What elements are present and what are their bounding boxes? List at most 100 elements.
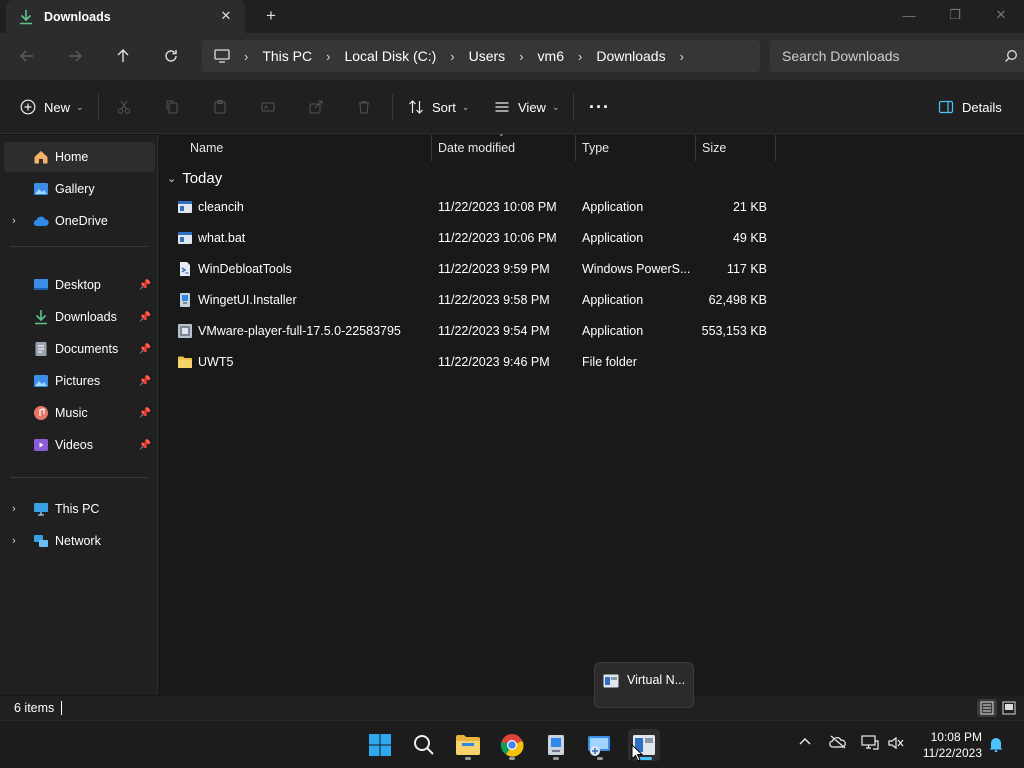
sidebar-item-onedrive[interactable]: › OneDrive (4, 206, 155, 236)
pin-icon[interactable]: 📌 (139, 312, 151, 323)
column-header-type[interactable]: Type (582, 135, 609, 161)
column-divider[interactable] (695, 135, 696, 161)
chevron-right-icon[interactable]: › (450, 49, 454, 64)
chevron-right-icon[interactable]: › (578, 49, 582, 64)
running-indicator (553, 757, 559, 760)
restore-button[interactable]: ❐ (932, 0, 978, 30)
remote-app-taskbar-button[interactable] (584, 729, 616, 761)
minimize-button[interactable]: — (886, 0, 932, 30)
large-icons-view-button[interactable] (999, 699, 1019, 717)
group-label: Today (182, 170, 223, 187)
file-size: 553,153 KB (701, 324, 767, 338)
sidebar-item-network[interactable]: › Network (4, 526, 155, 556)
up-button[interactable] (108, 43, 138, 69)
details-view-button[interactable] (977, 699, 997, 717)
chevron-up-icon[interactable] (798, 735, 812, 752)
start-button[interactable] (364, 729, 396, 761)
paste-button[interactable] (212, 95, 228, 119)
group-header-today[interactable]: ⌄ Today (167, 170, 222, 187)
table-row[interactable]: what.bat 11/22/2023 10:06 PM Application… (171, 223, 775, 254)
folder-icon (178, 356, 192, 368)
back-button[interactable] (12, 43, 42, 69)
chevron-right-icon[interactable]: › (680, 49, 684, 64)
column-header-date-modified[interactable]: Date modified ⌄ (438, 129, 515, 161)
breadcrumb-vm6[interactable]: vm6 (538, 48, 564, 64)
pin-icon[interactable]: 📌 (139, 440, 151, 451)
sidebar-item-label: Downloads (55, 310, 117, 324)
chevron-right-icon[interactable]: › (12, 215, 16, 227)
pin-icon[interactable]: 📌 (139, 280, 151, 291)
search-box[interactable]: Search Downloads (770, 40, 1024, 72)
column-divider[interactable] (431, 135, 432, 161)
file-explorer-taskbar-button[interactable] (452, 729, 484, 761)
chrome-taskbar-button[interactable] (496, 729, 528, 761)
new-button[interactable]: New ⌄ (20, 95, 84, 119)
taskbar-preview-tooltip[interactable]: Virtual N... (594, 662, 694, 708)
sidebar-item-label: Videos (55, 438, 93, 452)
chevron-right-icon[interactable]: › (12, 503, 16, 515)
forward-button[interactable] (60, 43, 90, 69)
rename-button[interactable] (260, 95, 276, 119)
chevron-right-icon[interactable]: › (244, 49, 248, 64)
rename-icon (261, 102, 275, 112)
breadcrumb-users[interactable]: Users (469, 48, 506, 64)
table-row[interactable]: cleancih 11/22/2023 10:08 PM Application… (171, 192, 775, 223)
pin-icon[interactable]: 📌 (139, 408, 151, 419)
share-button[interactable] (308, 95, 324, 119)
more-options-button[interactable]: ··· (589, 95, 610, 119)
search-input[interactable]: Search Downloads (782, 48, 1004, 64)
sort-button[interactable]: Sort ⌄ (408, 95, 469, 119)
sidebar-item-music[interactable]: Music 📌 (4, 398, 155, 428)
sidebar-item-this-pc[interactable]: › This PC (4, 494, 155, 524)
sidebar-item-label: Home (55, 150, 89, 164)
table-row[interactable]: WingetUI.Installer 11/22/2023 9:58 PM Ap… (171, 285, 775, 316)
address-bar[interactable]: › This PC › Local Disk (C:) › Users › vm… (202, 40, 760, 72)
arrow-right-icon (69, 50, 82, 62)
plus-circle-icon (20, 99, 36, 115)
sidebar-item-desktop[interactable]: Desktop 📌 (4, 270, 155, 300)
column-header-size[interactable]: Size (702, 135, 726, 161)
notification-bell-icon[interactable] (988, 736, 1004, 755)
sidebar-item-documents[interactable]: Documents 📌 (4, 334, 155, 364)
sidebar-item-videos[interactable]: Videos 📌 (4, 430, 155, 460)
column-divider[interactable] (775, 135, 776, 161)
command-bar: New ⌄ Sort ⌄ View ⌄ ··· Details (0, 80, 1024, 134)
chevron-right-icon[interactable]: › (12, 535, 16, 547)
breadcrumb-this-pc[interactable]: This PC (262, 48, 312, 64)
file-size: 117 KB (726, 262, 767, 276)
table-row[interactable]: VMware-player-full-17.5.0-22583795 11/22… (171, 316, 775, 347)
breadcrumb-downloads[interactable]: Downloads (596, 48, 665, 64)
chevron-right-icon[interactable]: › (519, 49, 523, 64)
pin-icon[interactable]: 📌 (139, 344, 151, 355)
column-header-name[interactable]: Name (190, 135, 223, 161)
delete-button[interactable] (356, 95, 372, 119)
system-clock[interactable]: 10:08 PM 11/22/2023 (923, 729, 982, 761)
column-divider[interactable] (575, 135, 576, 161)
breadcrumb-local-disk[interactable]: Local Disk (C:) (344, 48, 436, 64)
search-taskbar-button[interactable] (408, 729, 440, 761)
cut-button[interactable] (116, 95, 132, 119)
sidebar-item-downloads[interactable]: Downloads 📌 (4, 302, 155, 332)
onedrive-offline-icon[interactable] (829, 735, 847, 752)
sidebar-item-home[interactable]: Home (4, 142, 155, 172)
details-button[interactable]: Details (938, 95, 1002, 119)
close-window-button[interactable]: ✕ (978, 0, 1024, 30)
refresh-button[interactable] (156, 43, 186, 69)
copy-button[interactable] (164, 95, 180, 119)
tab-downloads[interactable]: Downloads ✕ (6, 0, 245, 33)
downloads-icon (35, 310, 47, 325)
sidebar-item-gallery[interactable]: Gallery (4, 174, 155, 204)
close-tab-button[interactable]: ✕ (215, 6, 237, 26)
new-tab-button[interactable]: + (260, 6, 282, 26)
network-status-icon[interactable] (861, 735, 879, 754)
table-row[interactable]: UWT5 11/22/2023 9:46 PM File folder (171, 347, 775, 378)
sidebar-item-pictures[interactable]: Pictures 📌 (4, 366, 155, 396)
videos-icon (34, 439, 48, 451)
volume-muted-icon[interactable] (887, 735, 905, 754)
pin-icon[interactable]: 📌 (139, 376, 151, 387)
chevron-right-icon[interactable]: › (326, 49, 330, 64)
installer-taskbar-button[interactable] (540, 729, 572, 761)
divider (98, 94, 99, 120)
table-row[interactable]: WinDebloatTools 11/22/2023 9:59 PM Windo… (171, 254, 775, 285)
view-button[interactable]: View ⌄ (494, 95, 560, 119)
